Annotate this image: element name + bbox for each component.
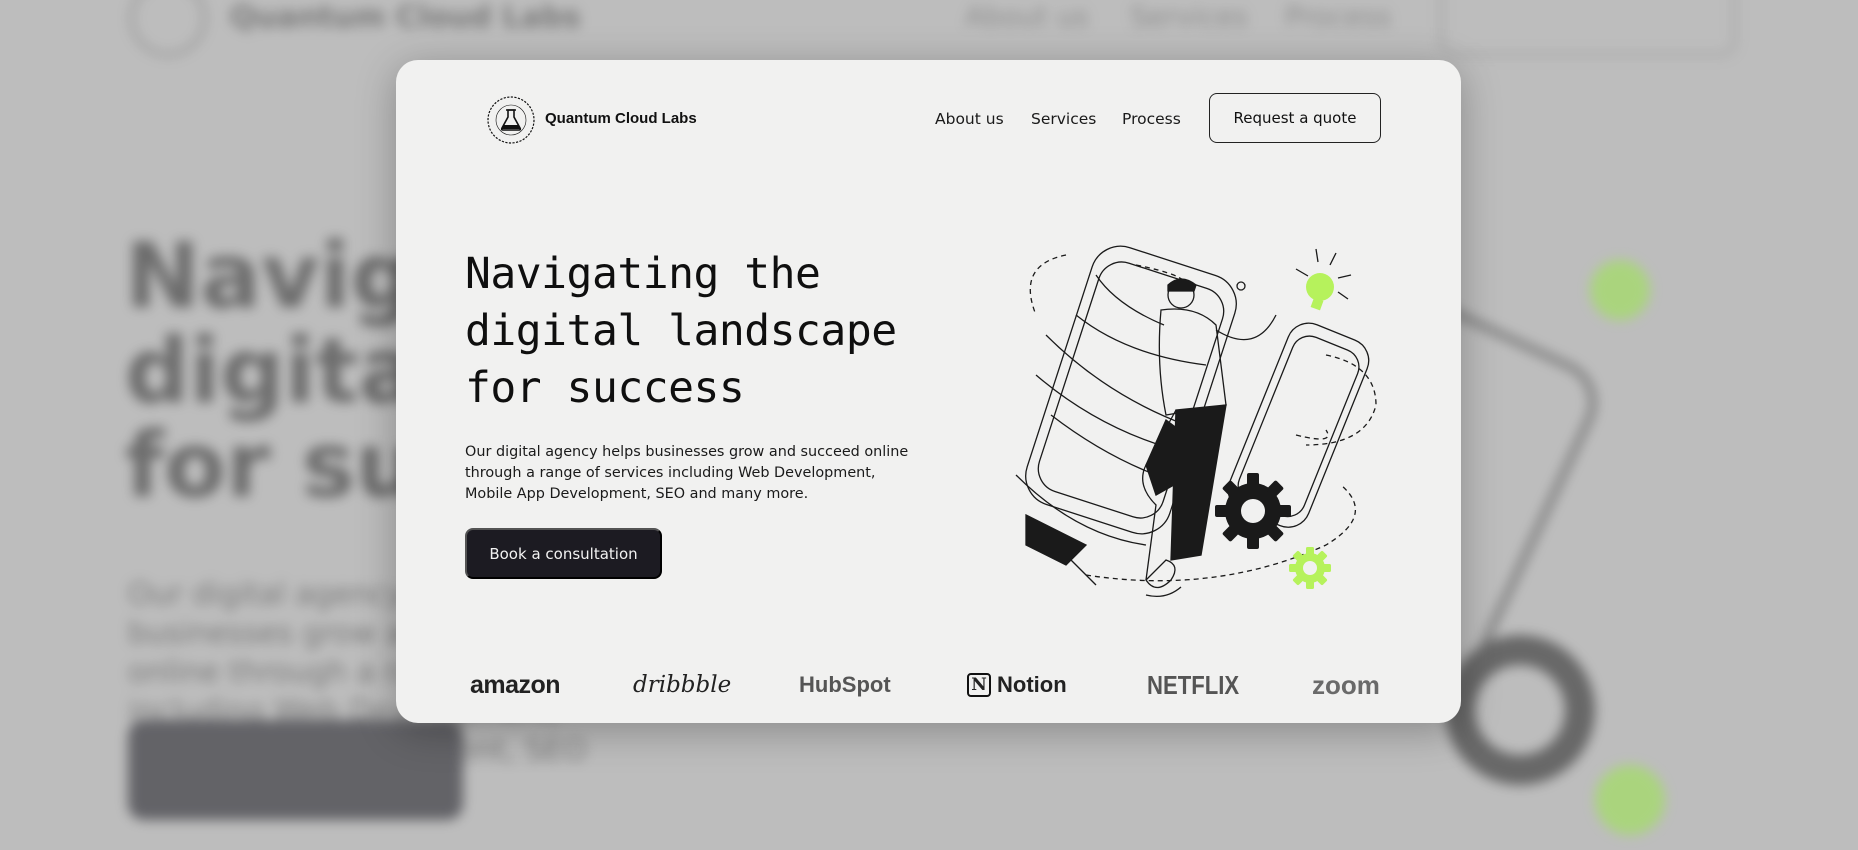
person-with-devices-illustration — [1015, 245, 1377, 598]
landing-card: Quantum Cloud Labs About us Services Pro… — [396, 60, 1461, 723]
hero-description: Our digital agency helps businesses grow… — [465, 444, 909, 502]
notion-icon: N — [967, 673, 991, 697]
netflix-logo: NETFLIX — [1147, 669, 1240, 700]
dribbble-logo: dribbble — [633, 672, 732, 698]
bg-nav-process: Process — [1285, 0, 1392, 33]
nav-process[interactable]: Process — [1122, 110, 1181, 128]
hubspot-logo: HubSpot — [799, 672, 891, 697]
amazon-logo: amazon — [470, 670, 561, 699]
nav-about-us[interactable]: About us — [935, 110, 1004, 128]
bg-brand: Quantum Cloud Labs — [230, 0, 581, 35]
bg-cta — [128, 720, 463, 820]
hero-title: Navigating the digital landscape for suc… — [465, 249, 897, 413]
bg-nav-about: About us — [965, 0, 1090, 33]
notion-logo: N Notion — [967, 670, 1067, 700]
nav-services[interactable]: Services — [1031, 110, 1096, 128]
flask-seal-icon[interactable] — [486, 95, 536, 145]
brand-name[interactable]: Quantum Cloud Labs — [545, 110, 697, 127]
bg-nav-services: Services — [1130, 0, 1249, 33]
book-consultation-button[interactable]: Book a consultation — [465, 528, 662, 579]
request-quote-button[interactable]: Request a quote — [1209, 93, 1381, 143]
bg-logo — [130, 0, 206, 56]
client-logos: amazon dribbble HubSpot N Notion NETFLIX… — [396, 660, 1461, 710]
header: Quantum Cloud Labs About us Services Pro… — [396, 60, 1461, 180]
zoom-logo: zoom — [1312, 669, 1380, 700]
bg-quote — [1440, 0, 1736, 56]
